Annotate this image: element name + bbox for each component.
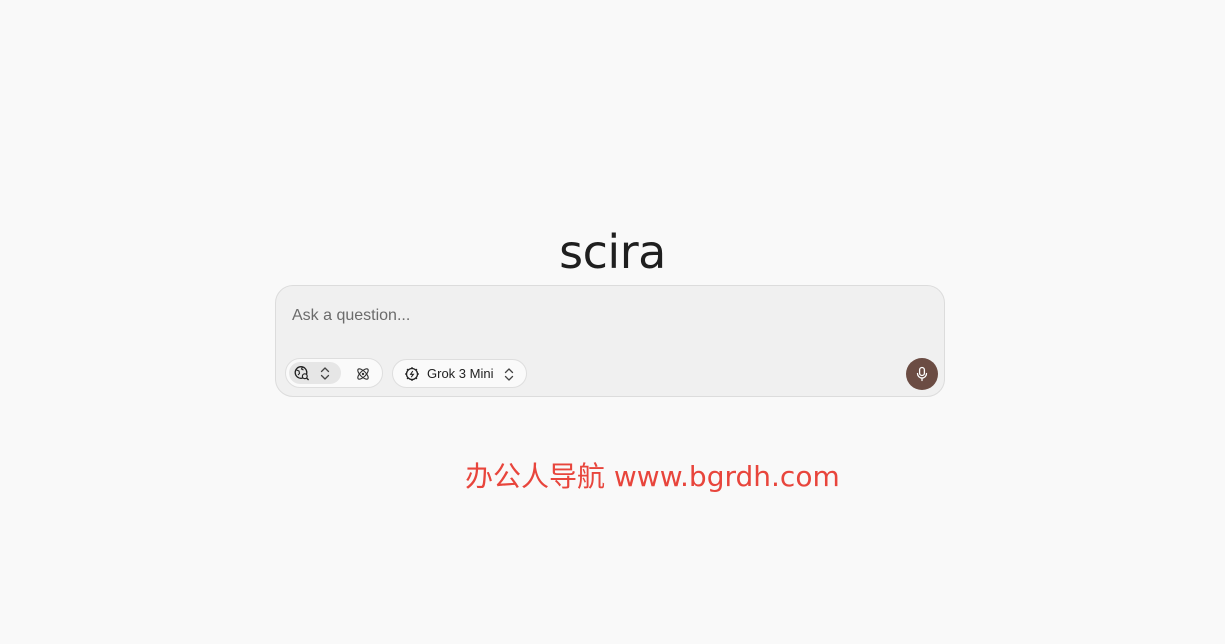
model-selector[interactable]: Grok 3 Mini [392,359,527,388]
logo: scira [559,225,666,279]
atom-icon[interactable] [355,366,371,382]
search-group-toggle[interactable] [285,358,383,388]
cpu-chip-icon [405,367,419,381]
microphone-icon [916,366,928,382]
search-box: Grok 3 Mini [275,285,945,397]
voice-input-button[interactable] [906,358,938,390]
web-search-icon [294,366,310,381]
chevron-up-down-icon [504,368,514,381]
chevron-up-down-icon [320,367,330,380]
model-selector-label: Grok 3 Mini [427,366,494,381]
watermark-text: 办公人导航 www.bgrdh.com [465,460,840,493]
search-input[interactable] [292,302,922,330]
